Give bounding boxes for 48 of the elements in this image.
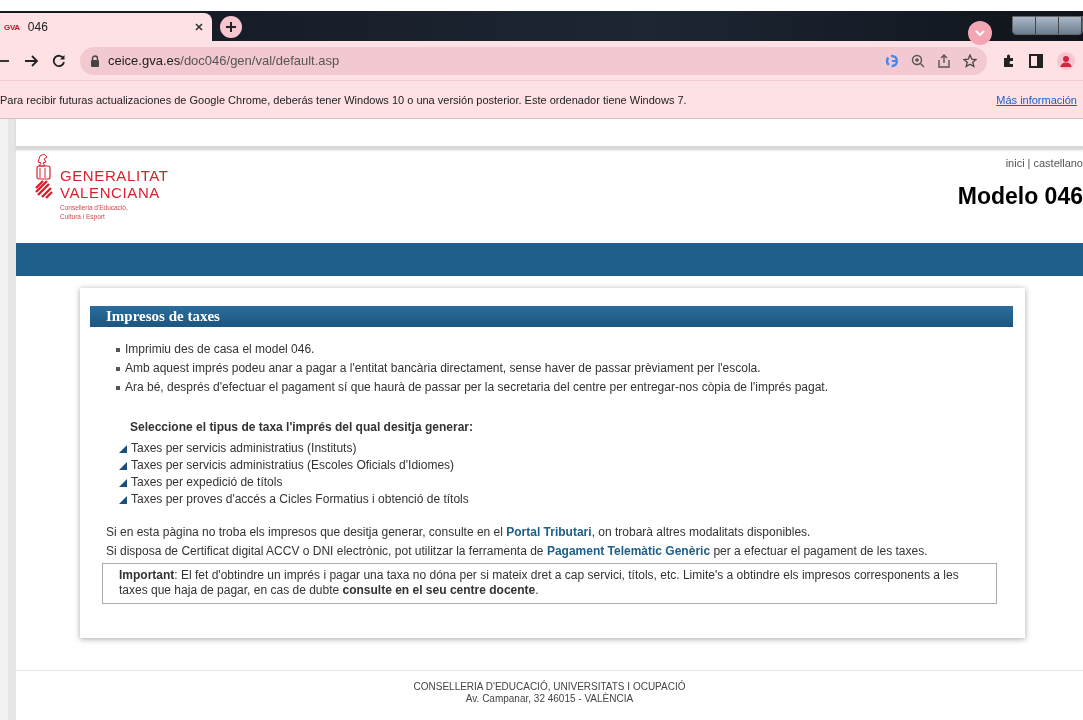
nav-link[interactable]: castellano xyxy=(1033,157,1083,169)
favicon: GVA xyxy=(4,22,20,32)
lock-icon xyxy=(90,54,100,67)
tax-type-link[interactable]: Taxes per servicis administratius (Escoles Oficials d'Idiomes) xyxy=(119,457,455,474)
side-panel-icon[interactable] xyxy=(1029,53,1043,68)
tax-type-link[interactable]: Taxes per proves d'accés a Cicles Formatius i obtenció de títols xyxy=(119,491,469,508)
info-paragraph: Si disposa de Certificat digital ACCV o DNI electrònic, pot utilitzar la ferramenta de Pagament Telemàtic Genèric per a efectuar el pagament de les taxes. xyxy=(106,544,929,559)
puzzle-icon[interactable] xyxy=(1001,53,1015,68)
footer-text: Av. Campanar, 32 46015 - VALÈNCIA xyxy=(465,693,634,704)
chevron-icon xyxy=(975,30,985,36)
logo-text: GENERALITAT xyxy=(60,167,169,184)
logo-text: VALENCIANA xyxy=(60,184,161,201)
browser-tab[interactable]: GVA 046 xyxy=(0,13,212,41)
nav-link[interactable]: inici xyxy=(1005,157,1025,169)
plus-icon xyxy=(225,21,237,33)
infobar-message: Para recibir futuras actualizaciones de Google Chrome, deberás tener Windows 10 o una versión posterior. Este ordenador tiene Windows 7. xyxy=(0,93,687,106)
share-icon[interactable] xyxy=(937,53,951,68)
window-controls[interactable] xyxy=(1012,15,1083,35)
more-info-link[interactable]: Más información xyxy=(996,93,1077,106)
close-icon[interactable] xyxy=(194,22,204,32)
bullet-text: Amb aquest imprés podeu anar a pagar a l'entitat bancària directament, sense haver de passar prèviament per l'escola. xyxy=(125,360,761,377)
star-icon[interactable] xyxy=(963,53,977,68)
bullet-icon xyxy=(116,385,120,390)
important-notice: Important: El fet d'obtindre un imprés i pagar una taxa no dóna per si mateix dret a cap servici, títols, etc. Limite's a obtindre els impresos corresponents a les taxes que haja de pagar, en cas de dubte consulte en el seu centre docente. xyxy=(102,563,997,604)
portal-link[interactable]: Portal Tributari xyxy=(506,525,592,539)
reload-icon[interactable] xyxy=(52,53,66,68)
page-title: Modelo 046 xyxy=(957,183,1083,210)
tax-type-link[interactable]: Taxes per expedició de títols xyxy=(119,474,283,491)
tab-title: 046 xyxy=(27,20,49,34)
address-bar[interactable]: ceice.gva.es/doc046/gen/val/default.asp xyxy=(80,46,987,75)
tax-type-link[interactable]: Taxes per servicis administratius (Instituts) xyxy=(119,440,357,457)
bullet-text: Ara bé, després d'efectuar el pagament sí que haurà de passar per la secretaria del centre per entregar-nos còpia de l'imprés pagat. xyxy=(125,379,828,396)
coat-of-arms-icon xyxy=(34,154,54,200)
portal-link[interactable]: Pagament Telemàtic Genèric xyxy=(546,544,711,558)
selection-prompt: Seleccione el tipus de taxa l'imprés del qual desitja generar: xyxy=(130,419,474,436)
bullet-text: Imprimiu des de casa el model 046. xyxy=(125,341,315,358)
new-tab-button[interactable] xyxy=(220,16,242,38)
bullet-icon xyxy=(116,347,120,352)
footer-text: CONSELLERIA D'EDUCACIÓ, UNIVERSITATS I OCUPACIÓ xyxy=(413,681,686,692)
tab-search-button[interactable] xyxy=(968,21,992,45)
profile-icon[interactable] xyxy=(1057,51,1075,70)
separator: | xyxy=(1027,157,1031,169)
url-text: ceice.gva.es/doc046/gen/val/default.asp xyxy=(108,53,340,68)
section-title: Impresos de taxes xyxy=(90,306,1013,327)
zoom-icon[interactable] xyxy=(911,53,925,68)
forward-icon[interactable] xyxy=(24,53,38,68)
bullet-icon xyxy=(116,366,120,371)
info-paragraph: Si en esta pàgina no troba els impresos que desitja generar, consulte en el Portal Tributari, on trobarà altres modalitats disponibles. xyxy=(106,525,812,540)
